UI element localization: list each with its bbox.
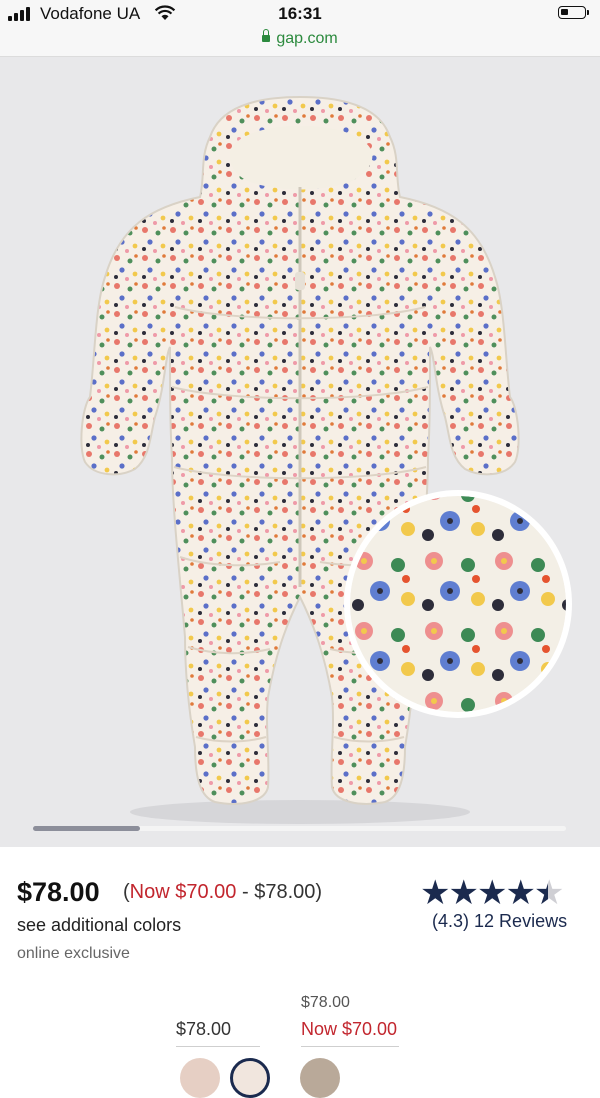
half-star-icon: ★ (534, 876, 565, 910)
clock: 16:31 (278, 4, 322, 23)
star-icon: ★ (505, 874, 536, 912)
reviews-link[interactable]: (4.3) 12 Reviews (432, 911, 567, 932)
status-bar: Vodafone UA 16:31 gap.com (0, 0, 600, 57)
online-exclusive-label: online exclusive (17, 945, 130, 962)
address-bar[interactable]: gap.com (0, 29, 600, 48)
url-text: gap.com (276, 30, 338, 47)
star-icon: ★ (476, 874, 508, 912)
star-icon: ★ (420, 874, 451, 912)
divider (176, 1046, 260, 1047)
gallery-scrollbar-thumb[interactable] (33, 826, 140, 831)
star-icon: ★ (448, 874, 479, 912)
product-image (80, 95, 572, 824)
lock-icon (262, 29, 271, 42)
swatch-was-price: $78.00 (301, 994, 350, 1011)
color-swatch[interactable] (180, 1058, 220, 1098)
battery-icon (558, 6, 589, 19)
product-image-gallery[interactable] (0, 57, 600, 847)
color-swatch[interactable] (300, 1058, 340, 1098)
swatch-price: $78.00 (176, 1019, 232, 1039)
rating-stars[interactable]: ★★★★★ (420, 874, 565, 912)
sale-price: Now $70.00 (129, 881, 237, 903)
review-count: 12 Reviews (474, 911, 568, 931)
product-price: $78.00 (17, 877, 100, 907)
price-range: (Now $70.00 - $78.00) (123, 881, 323, 903)
high-price: $78.00 (254, 881, 316, 903)
color-swatch-selected[interactable] (230, 1058, 270, 1098)
see-additional-colors-link[interactable]: see additional colors (17, 915, 181, 936)
swatch-sale-price: Now $70.00 (301, 1019, 398, 1039)
divider (301, 1046, 399, 1047)
rating-value: (4.3) (432, 911, 470, 931)
